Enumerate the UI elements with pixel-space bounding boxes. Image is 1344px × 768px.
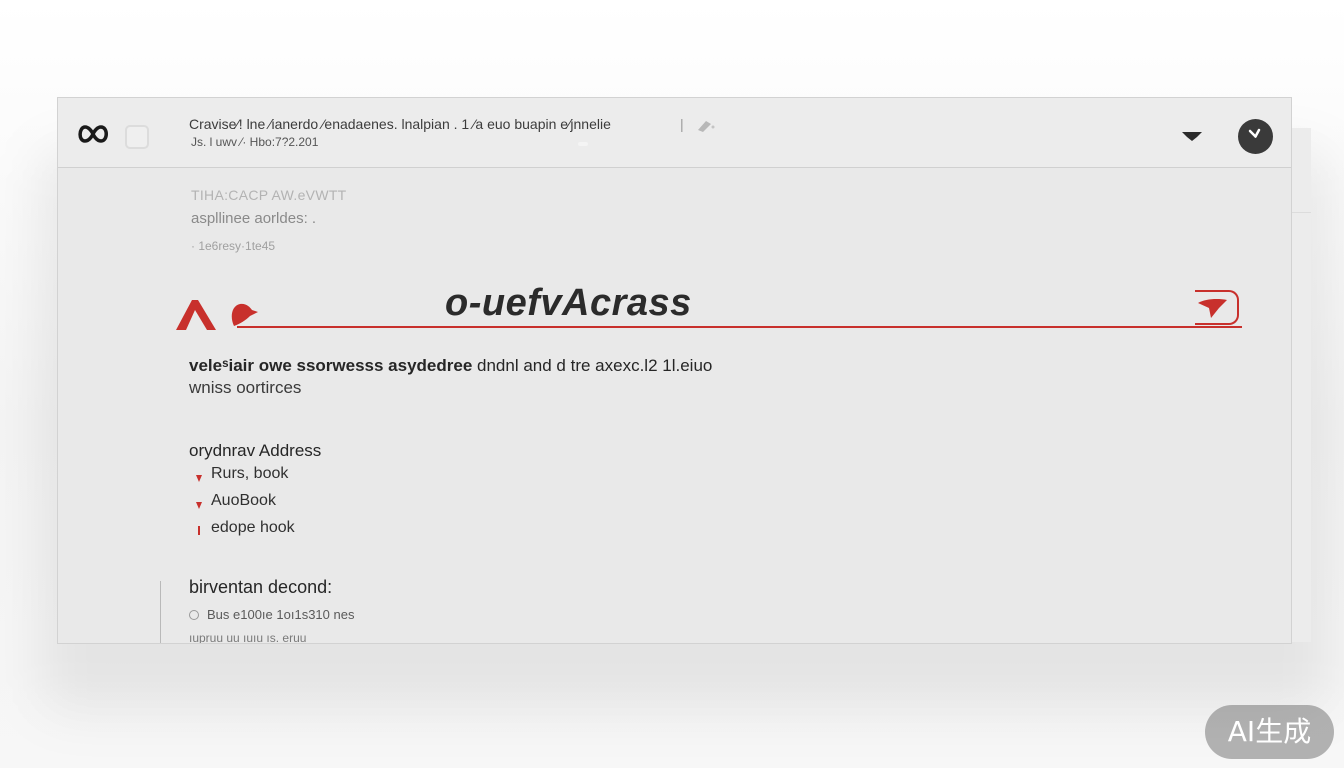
description-bold: veleˢiair owe ssorwesss asydedree [189, 356, 473, 375]
toolbar-title: Cravise⁄! lne ⁄ianerdo ⁄enadaenes. lnalp… [189, 116, 611, 132]
list-item-label: edope hook [211, 519, 295, 536]
flag-icon[interactable] [1195, 290, 1239, 325]
intro-label: TIHA:CACP AW.eVWTT [191, 187, 347, 203]
description-rest: dndnl and d tre axexc.l2 1l.eiuo [472, 356, 713, 375]
bullet-icon [195, 470, 203, 488]
watermark-badge: AI生成 [1205, 705, 1334, 759]
radio-icon[interactable] [189, 610, 199, 620]
address-underline [237, 326, 1242, 328]
intro-meta: · 1e6resy·1te45 [191, 239, 276, 253]
bullet-icon [195, 497, 203, 515]
description-line-1: veleˢiair owe ssorwesss asydedree dndnl … [189, 356, 712, 376]
infinity-logo-icon[interactable] [76, 124, 110, 149]
detail-footnote: ıupruu uu ıuıu ıs. eruu [189, 631, 307, 644]
toolbar-indicator [578, 142, 588, 146]
side-panel-edge [1290, 128, 1311, 642]
address-section-heading: orydnrav Address [189, 441, 322, 460]
clock-icon[interactable] [1238, 119, 1273, 154]
pin-icon[interactable] [694, 118, 716, 139]
detail-section-heading: birventan decond: [189, 577, 333, 597]
square-icon[interactable] [125, 125, 149, 149]
chevron-down-icon[interactable] [1181, 129, 1203, 148]
address-title: o-uefvAcrass [445, 282, 692, 324]
list-item-label: Rurs, book [211, 465, 289, 482]
list-item-label: AuoBook [211, 492, 276, 509]
address-bar[interactable]: o-uefvAcrass [170, 282, 1250, 337]
description-line-2: wniss oortirces [189, 378, 302, 397]
detail-row-text: Bus e100ıe 1oı1s310 nes [207, 607, 355, 622]
divider [160, 581, 161, 643]
bullet-icon [195, 524, 203, 542]
toolbar-subtitle: Js. l uwv ⁄· Hbo:7?2.201 [191, 135, 319, 149]
intro-subheading: aspllinee aorldes: . [191, 210, 317, 227]
toolbar-separator: | [680, 116, 684, 132]
toolbar: Cravise⁄! lne ⁄ianerdo ⁄enadaenes. lnalp… [58, 98, 1291, 168]
brand-a-icon [174, 296, 220, 337]
app-window: Cravise⁄! lne ⁄ianerdo ⁄enadaenes. lnalp… [57, 97, 1292, 644]
